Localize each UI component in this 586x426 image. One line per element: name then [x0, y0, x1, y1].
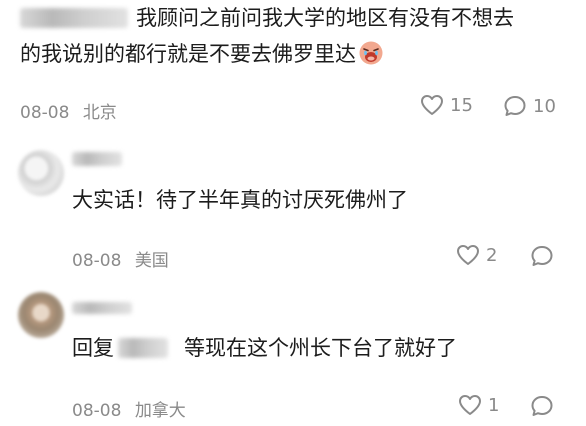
comment-3-location: 加拿大 [134, 401, 186, 421]
comment-1-reply-button[interactable]: 10 [503, 94, 556, 118]
heart-outline-icon [421, 95, 443, 115]
comment-3-meta: 08-08 加拿大 [72, 396, 194, 421]
redacted-reply-target [118, 338, 168, 358]
comment-thread: 我顾问之前问我大学的地区有没有不想去 的我说别的都行就是不要去佛罗里达 08-0… [0, 0, 586, 426]
comment-1-line2: 的我说别的都行就是不要去佛罗里达 [20, 42, 356, 66]
heart-outline-icon [459, 395, 481, 415]
comment-2-body: 大实话！待了半年真的讨厌死佛州了 [72, 188, 408, 212]
comment-3-body: 等现在这个州长下台了就好了 [184, 336, 457, 360]
comment-3-date: 08-08 [72, 401, 122, 421]
heart-outline-icon [457, 245, 479, 265]
avatar[interactable] [18, 150, 64, 196]
speech-bubble-icon [531, 246, 553, 266]
comment-3-like-count: 1 [488, 394, 500, 416]
comment-1-reply-count: 10 [533, 95, 556, 117]
comment-2-meta: 08-08 美国 [72, 246, 177, 271]
comment-1-text-line2: 的我说别的都行就是不要去佛罗里达 [20, 38, 384, 70]
crying-face-emoji [359, 41, 383, 65]
comment-1-like-button[interactable]: 15 [420, 94, 473, 116]
redacted-username-3 [72, 302, 132, 314]
redacted-username-1 [20, 8, 128, 28]
comment-3-text: 回复 等现在这个州长下台了就好了 [72, 332, 457, 364]
comment-1-like-count: 15 [450, 94, 473, 116]
comment-1-date: 08-08 [20, 103, 70, 123]
comment-2-like-button[interactable]: 2 [456, 244, 497, 266]
comment-1-text: 我顾问之前问我大学的地区有没有不想去 [136, 2, 514, 34]
comment-1-meta: 08-08 北京 [20, 98, 125, 123]
speech-bubble-icon [531, 396, 553, 416]
comment-1-line1: 我顾问之前问我大学的地区有没有不想去 [136, 6, 514, 30]
comment-3-reply-button[interactable] [530, 394, 554, 418]
comment-1-location: 北京 [82, 103, 117, 123]
comment-2-text: 大实话！待了半年真的讨厌死佛州了 [72, 184, 408, 216]
avatar[interactable] [18, 292, 64, 338]
speech-bubble-icon [504, 96, 526, 116]
reply-prefix: 回复 [72, 336, 114, 360]
comment-2-reply-button[interactable] [530, 244, 554, 268]
comment-2-date: 08-08 [72, 251, 122, 271]
comment-3-like-button[interactable]: 1 [458, 394, 499, 416]
redacted-username-2 [72, 152, 122, 166]
comment-2-like-count: 2 [486, 244, 498, 266]
comment-2-location: 美国 [134, 251, 169, 271]
